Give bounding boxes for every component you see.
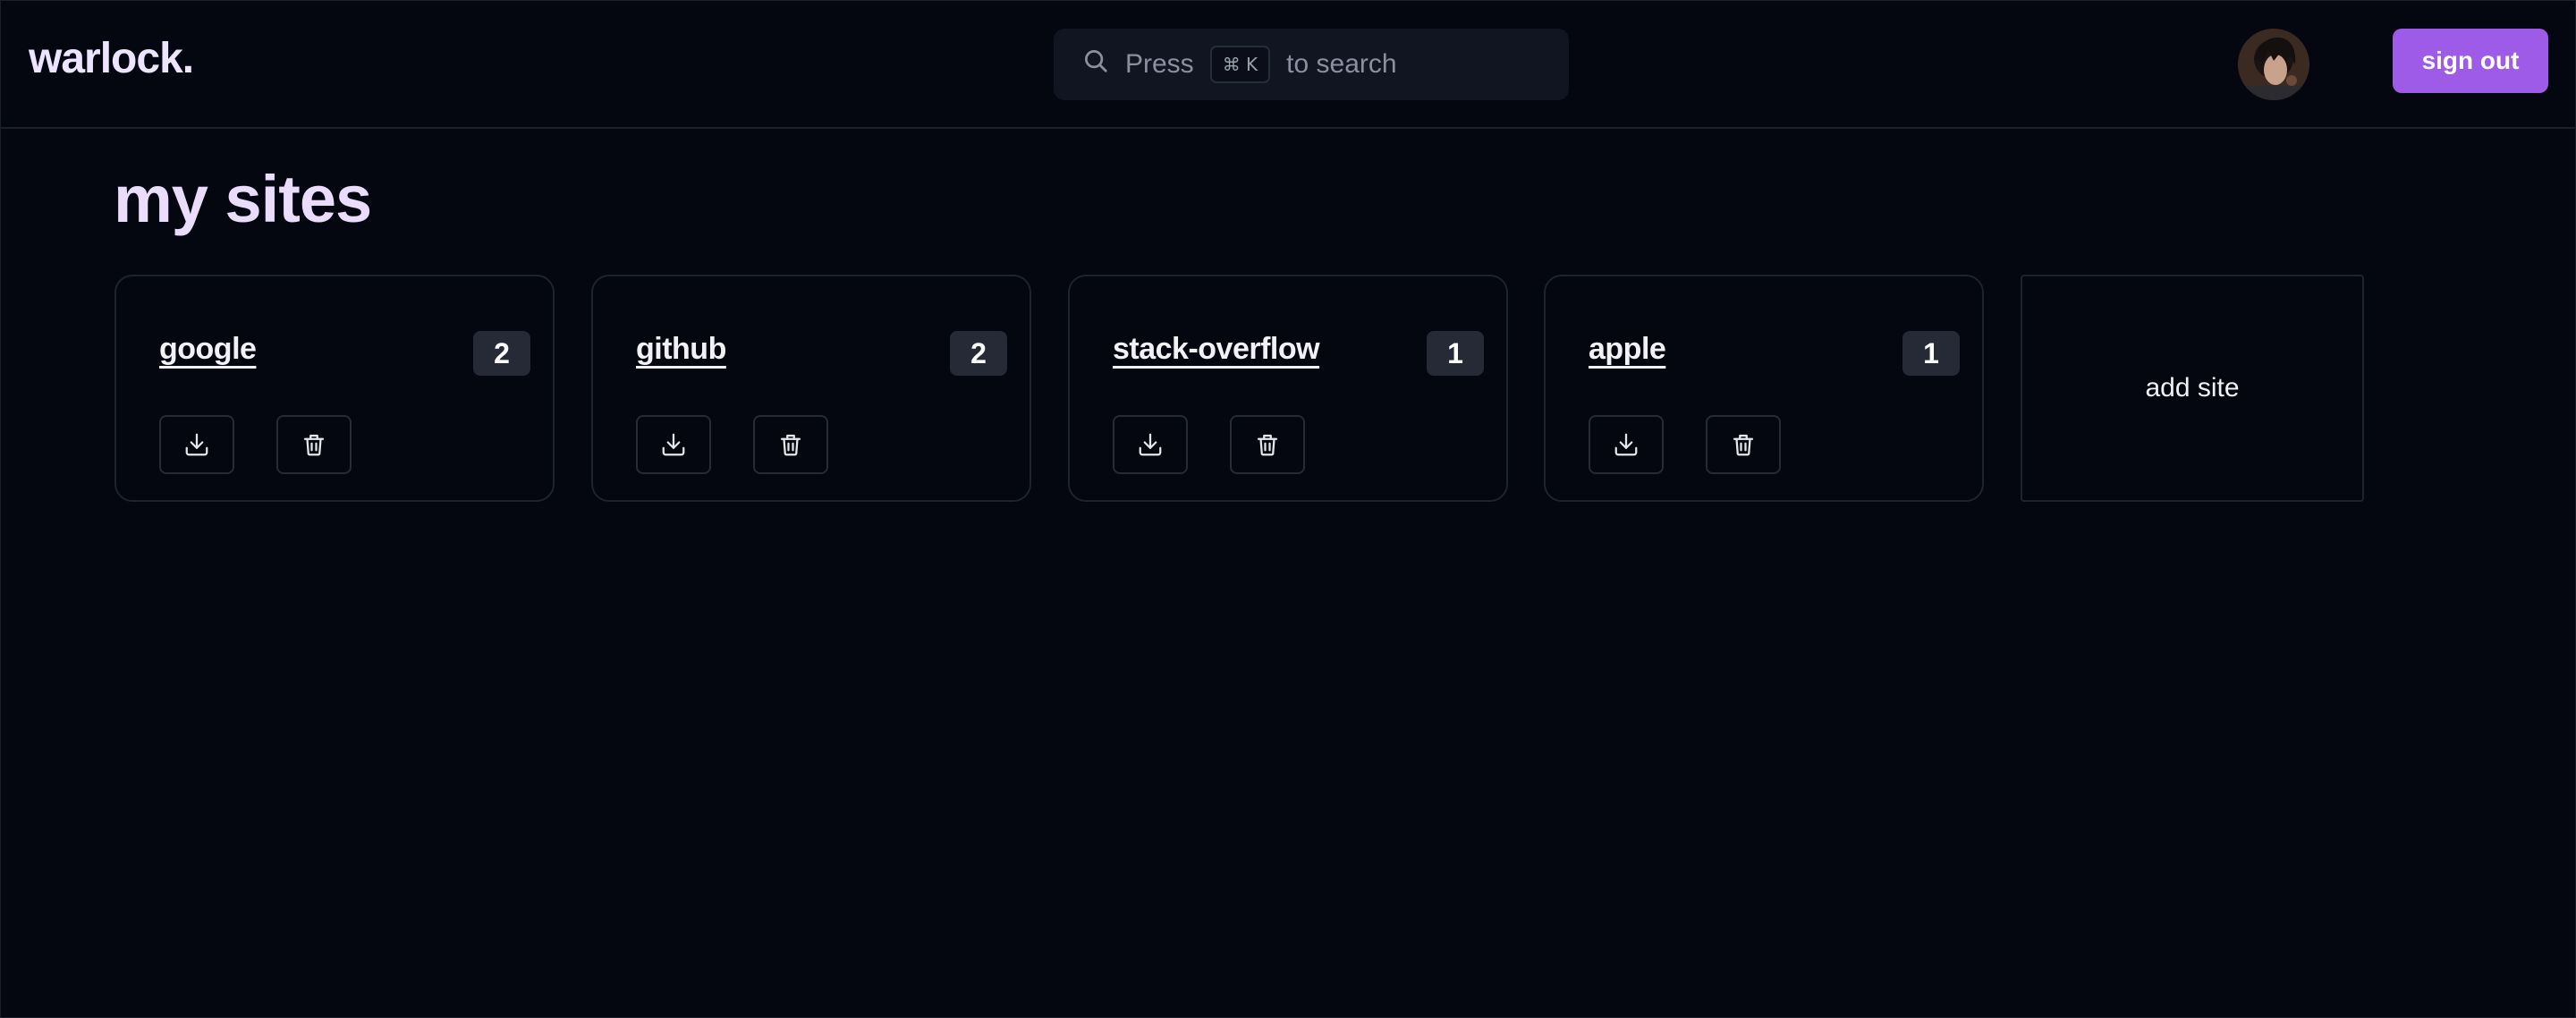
site-card-stack-overflow[interactable]: stack-overflow 1 [1068, 275, 1508, 502]
site-name-link[interactable]: google [159, 332, 257, 367]
app-frame [0, 0, 2576, 1018]
download-icon [185, 433, 208, 456]
search-suffix-text: to search [1286, 49, 1397, 79]
site-card-google[interactable]: google 2 [114, 275, 555, 502]
add-site-label: add site [2145, 373, 2240, 403]
trash-icon [1733, 434, 1754, 456]
download-button[interactable] [159, 415, 234, 474]
download-icon [1614, 433, 1638, 456]
site-count-badge: 2 [950, 331, 1007, 376]
page-title: my sites [114, 162, 372, 236]
site-count-badge: 1 [1902, 331, 1960, 376]
site-count-badge: 2 [473, 331, 530, 376]
avatar[interactable] [2238, 29, 2309, 100]
search-prefix-text: Press [1125, 49, 1194, 79]
download-button[interactable] [636, 415, 711, 474]
trash-icon [303, 434, 325, 456]
site-card-apple[interactable]: apple 1 [1544, 275, 1984, 502]
site-name-link[interactable]: stack-overflow [1113, 332, 1320, 367]
site-name-link[interactable]: apple [1589, 332, 1666, 367]
trash-icon [780, 434, 801, 456]
keyboard-shortcut-badge: ⌘ K [1209, 46, 1271, 83]
delete-button[interactable] [276, 415, 352, 474]
add-site-button[interactable]: add site [2021, 275, 2364, 502]
download-button[interactable] [1589, 415, 1664, 474]
site-count-badge: 1 [1427, 331, 1484, 376]
download-icon [1139, 433, 1162, 456]
delete-button[interactable] [1230, 415, 1305, 474]
site-card-github[interactable]: github 2 [591, 275, 1031, 502]
search-bar[interactable]: Press ⌘ K to search [1054, 29, 1569, 100]
delete-button[interactable] [1706, 415, 1781, 474]
sign-out-button[interactable]: sign out [2393, 29, 2548, 93]
search-icon [1082, 47, 1125, 81]
top-nav: warlock. Press ⌘ K to search sign out [0, 0, 2576, 129]
site-name-link[interactable]: github [636, 332, 726, 367]
download-icon [662, 433, 685, 456]
delete-button[interactable] [753, 415, 828, 474]
trash-icon [1257, 434, 1278, 456]
logo[interactable]: warlock. [29, 34, 194, 83]
download-button[interactable] [1113, 415, 1188, 474]
